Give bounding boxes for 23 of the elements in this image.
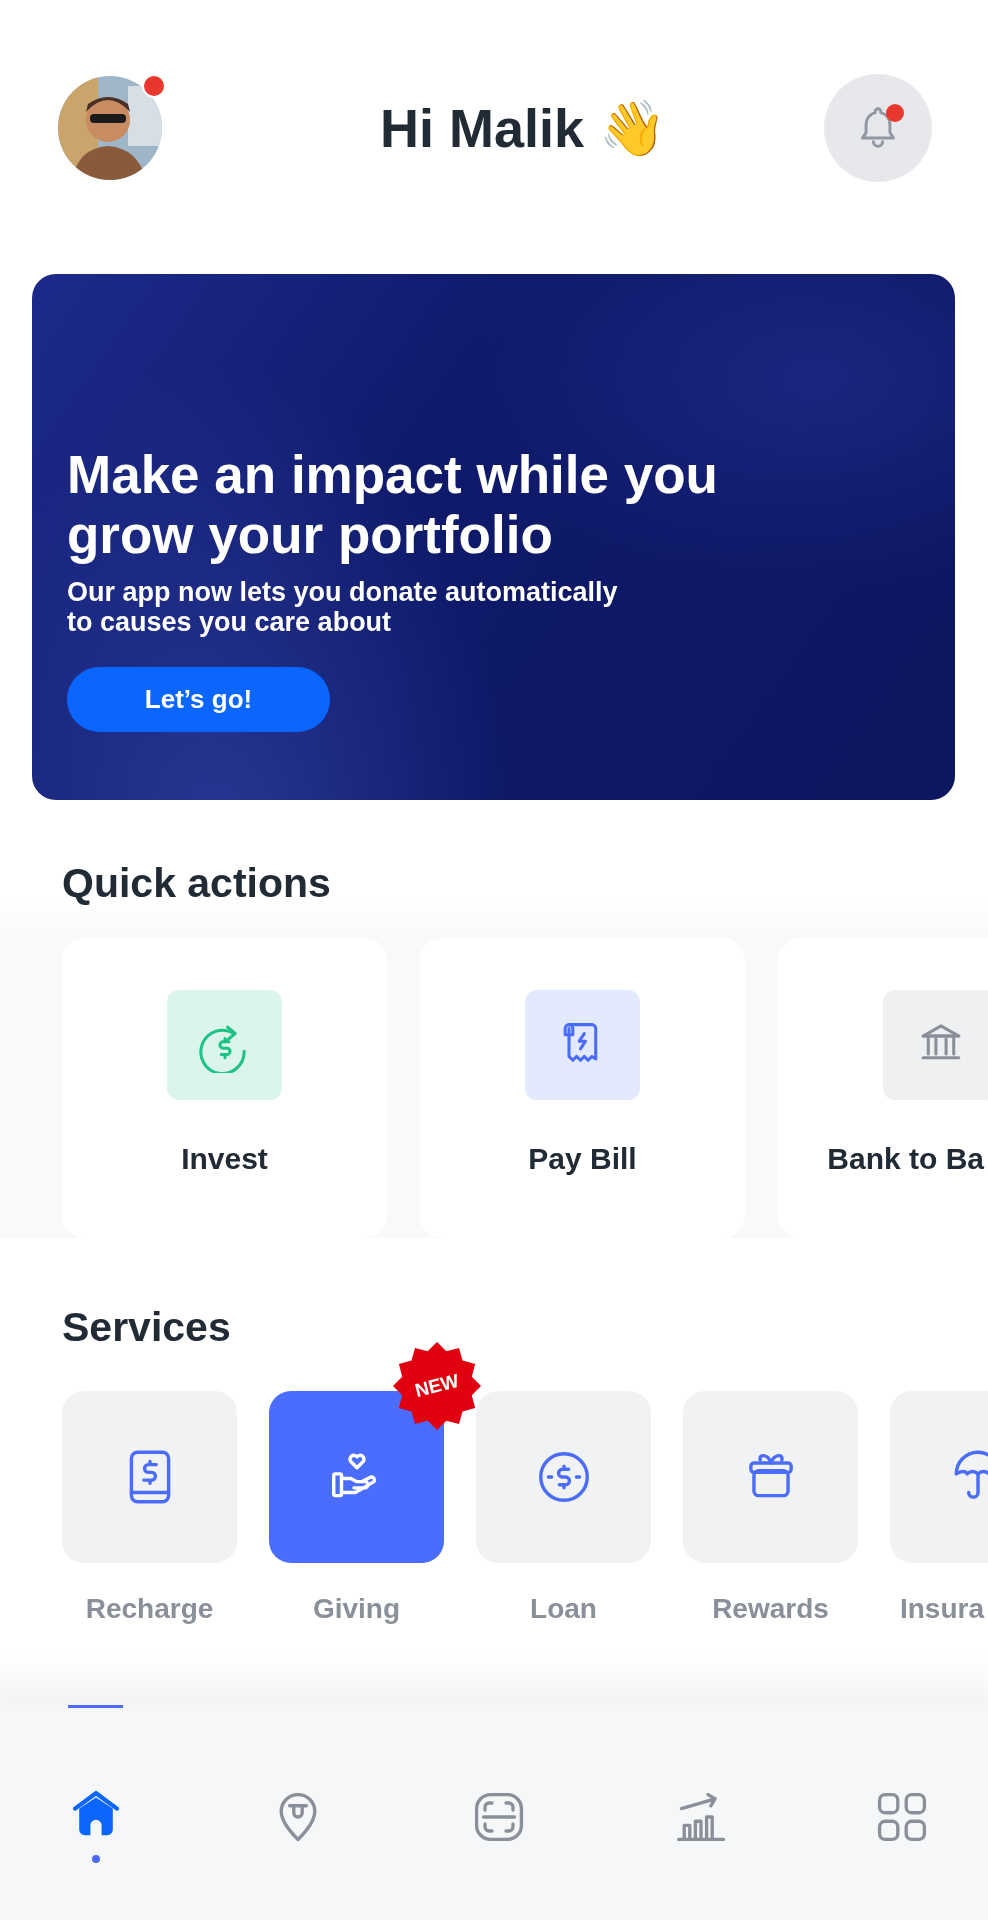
active-dot [92,1855,100,1863]
quick-action-card[interactable]: Bank to Ba [778,938,988,1238]
section-title: Services [62,1303,232,1352]
action-label: Bank to Ba [827,1142,984,1176]
service-tile[interactable] [476,1391,651,1563]
service-tile[interactable] [62,1391,237,1563]
banner-title: Make an impact while you grow your portfolio [67,445,719,565]
quick-action-card[interactable]: Pay Bill [420,938,745,1238]
lets-go-button[interactable]: Let’s go! [67,667,330,732]
active-indicator [68,1705,123,1708]
service-label: Insura [899,1593,984,1625]
new-badge: NEW [392,1341,482,1431]
service-label: Giving [312,1593,401,1625]
quick-action-card[interactable]: Invest [62,938,387,1238]
banner-text: Our app now lets you donate automatically to causes you care about [67,577,619,637]
section-title: Quick actions [62,859,332,908]
service-label: Loan [530,1593,597,1625]
action-label: Pay Bill [528,1142,637,1176]
service-label: Recharge [85,1593,214,1625]
action-label: Invest [181,1142,268,1176]
service-tile[interactable] [683,1391,858,1563]
service-label: Rewards [712,1593,829,1625]
greeting-title: Hi Malik 👋 [379,96,667,160]
